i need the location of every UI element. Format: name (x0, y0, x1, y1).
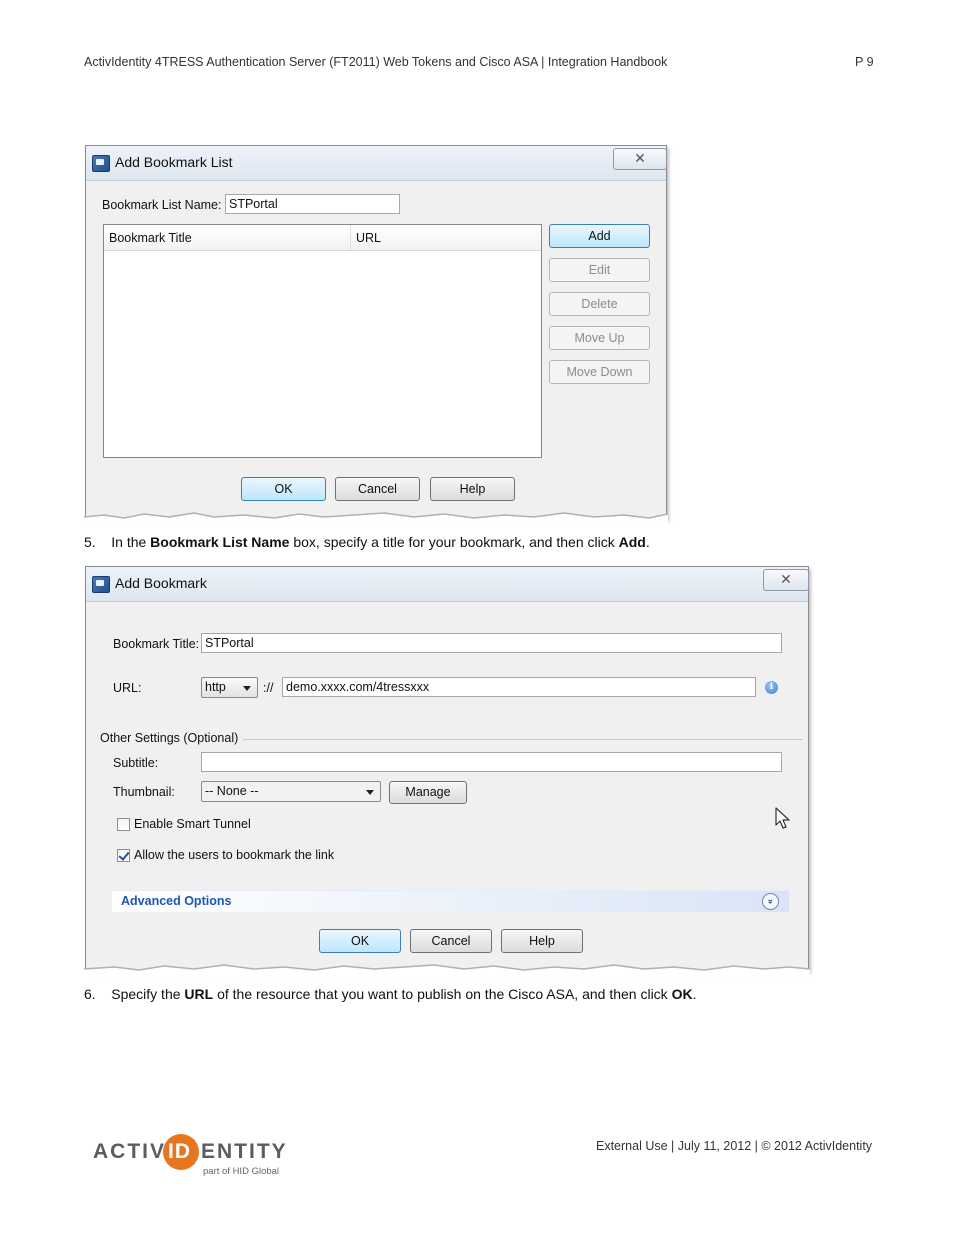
mouse-pointer-icon (775, 807, 790, 829)
thumbnail-value: -- None -- (205, 784, 259, 798)
thumbnail-label: Thumbnail: (113, 785, 175, 799)
close-button[interactable]: ✕ (763, 569, 809, 591)
bookmark-list-icon (92, 155, 110, 172)
chevron-down-icon (366, 790, 374, 795)
dialog-title: Add Bookmark (115, 575, 207, 591)
cancel-button[interactable]: Cancel (410, 929, 492, 953)
page-header-title: ActivIdentity 4TRESS Authentication Serv… (84, 55, 668, 69)
step-emphasis: Bookmark List Name (150, 534, 290, 550)
step-5-instruction: 5. In the Bookmark List Name box, specif… (84, 534, 650, 550)
help-button[interactable]: Help (501, 929, 583, 953)
checkmark-icon (118, 849, 130, 861)
column-header-bookmark-title[interactable]: Bookmark Title (104, 225, 350, 251)
close-button[interactable]: ✕ (613, 148, 667, 170)
other-settings-label: Other Settings (Optional) (100, 731, 239, 745)
url-input[interactable]: demo.xxxx.com/4tressxxx (282, 677, 756, 697)
logo-id-mark: ID (163, 1134, 199, 1170)
url-label: URL: (113, 681, 142, 695)
column-header-url[interactable]: URL (350, 225, 541, 251)
bookmark-list-name-input[interactable]: STPortal (225, 194, 400, 214)
dialog-title: Add Bookmark List (115, 154, 233, 170)
dialog-titlebar: Add Bookmark List ✕ (86, 146, 667, 181)
thumbnail-select[interactable]: -- None -- (201, 781, 381, 802)
step-6-instruction: 6. Specify the URL of the resource that … (84, 986, 696, 1002)
help-button[interactable]: Help (430, 477, 515, 501)
step-number: 6. (84, 986, 96, 1002)
step-text: . (692, 986, 697, 1002)
torn-edge-decoration (84, 512, 668, 525)
enable-smart-tunnel-checkbox[interactable] (117, 818, 130, 831)
step-text: of the resource that you want to publish… (213, 986, 672, 1002)
ok-button[interactable]: OK (319, 929, 401, 953)
subtitle-input[interactable] (201, 752, 782, 772)
advanced-options-bar[interactable]: Advanced Options » (112, 890, 789, 912)
ok-button[interactable]: OK (241, 477, 326, 501)
move-down-button[interactable]: Move Down (549, 360, 650, 384)
footer-text: External Use | July 11, 2012 | © 2012 Ac… (596, 1139, 873, 1153)
step-text: box, specify a title for your bookmark, … (289, 534, 619, 550)
bookmark-list-name-label: Bookmark List Name: (102, 198, 222, 212)
enable-smart-tunnel-label: Enable Smart Tunnel (134, 817, 251, 831)
info-icon[interactable]: i (765, 681, 778, 694)
allow-bookmark-checkbox[interactable] (117, 849, 130, 862)
delete-button[interactable]: Delete (549, 292, 650, 316)
chevron-down-icon (243, 686, 251, 691)
logo-id-text: ID (168, 1140, 191, 1163)
cancel-button[interactable]: Cancel (335, 477, 420, 501)
url-separator: :// (263, 681, 274, 695)
advanced-options-label: Advanced Options (121, 894, 232, 908)
page-number: P 9 (855, 55, 874, 69)
bookmark-table: Bookmark Title URL (103, 224, 542, 458)
section-divider (243, 739, 803, 740)
torn-edge-decoration (84, 964, 810, 977)
step-text: In the (111, 534, 151, 550)
bookmark-title-input[interactable]: STPortal (201, 633, 782, 653)
add-bookmark-dialog: Add Bookmark ✕ Bookmark Title: STPortal … (85, 566, 809, 971)
actividentity-logo: ACTIV ID ENTITY part of HID Global (93, 1134, 303, 1180)
logo-tagline: part of HID Global (203, 1166, 280, 1177)
protocol-value: http (205, 680, 226, 694)
logo-text-right: ENTITY (201, 1140, 288, 1163)
protocol-select[interactable]: http (201, 677, 258, 698)
subtitle-label: Subtitle: (113, 756, 159, 770)
expand-chevron-icon[interactable]: » (762, 893, 779, 910)
step-number: 5. (84, 534, 96, 550)
step-text: . (645, 534, 650, 550)
bookmark-title-label: Bookmark Title: (113, 637, 200, 651)
add-bookmark-list-dialog: Add Bookmark List ✕ Bookmark List Name: … (85, 145, 667, 519)
edit-button[interactable]: Edit (549, 258, 650, 282)
move-up-button[interactable]: Move Up (549, 326, 650, 350)
manage-button[interactable]: Manage (389, 781, 467, 804)
add-button[interactable]: Add (549, 224, 650, 248)
step-emphasis: OK (671, 986, 693, 1002)
allow-bookmark-label: Allow the users to bookmark the link (134, 848, 335, 862)
step-text: Specify the (111, 986, 185, 1002)
step-emphasis: Add (618, 534, 646, 550)
logo-text-left: ACTIV (93, 1140, 166, 1163)
step-emphasis: URL (184, 986, 214, 1002)
dialog-titlebar: Add Bookmark ✕ (86, 567, 809, 602)
bookmark-icon (92, 576, 110, 593)
